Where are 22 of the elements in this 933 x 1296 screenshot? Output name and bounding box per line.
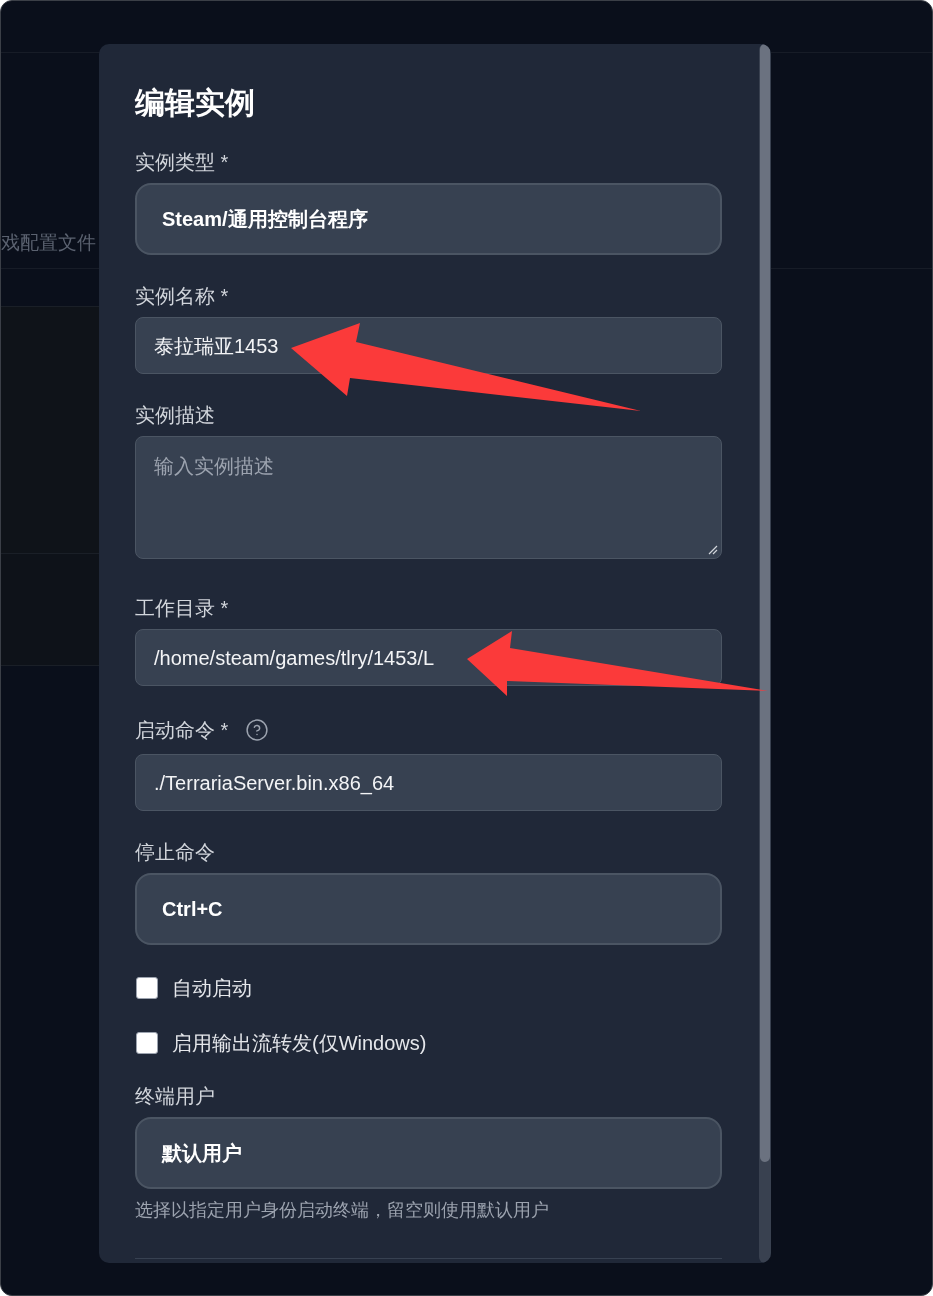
text-input[interactable]: ./TerrariaServer.bin.x86_64	[135, 754, 722, 811]
field-label: 终端用户	[135, 1084, 216, 1108]
select-field[interactable]: Steam/通用控制台程序	[135, 183, 722, 255]
hint-text: 选择以指定用户身份启动终端，留空则使用默认用户	[135, 1199, 550, 1221]
help-icon[interactable]	[246, 719, 269, 741]
select-field[interactable]: Ctrl+C	[135, 873, 722, 945]
field-label: 停止命令	[135, 840, 216, 864]
resize-handle-icon[interactable]	[708, 545, 718, 555]
checkbox-label: 启用输出流转发(仅Windows)	[172, 1031, 427, 1055]
select-field[interactable]: 默认用户	[135, 1117, 722, 1189]
checkbox-label: 自动启动	[172, 976, 252, 1000]
checkbox[interactable]	[136, 977, 158, 999]
field-label: 启动命令 *	[135, 718, 229, 742]
field-label: 工作目录 *	[135, 596, 230, 620]
textarea-field[interactable]: 输入实例描述	[135, 436, 722, 559]
background-tab-label: 戏配置文件	[1, 231, 96, 255]
checkbox[interactable]	[136, 1032, 158, 1054]
scrollbar-thumb[interactable]	[760, 44, 770, 1162]
field-label: 实例描述	[135, 403, 216, 427]
field-label: 实例名称 *	[135, 284, 230, 308]
dialog-title: 编辑实例	[135, 85, 256, 121]
field-label: 实例类型 *	[135, 150, 230, 174]
